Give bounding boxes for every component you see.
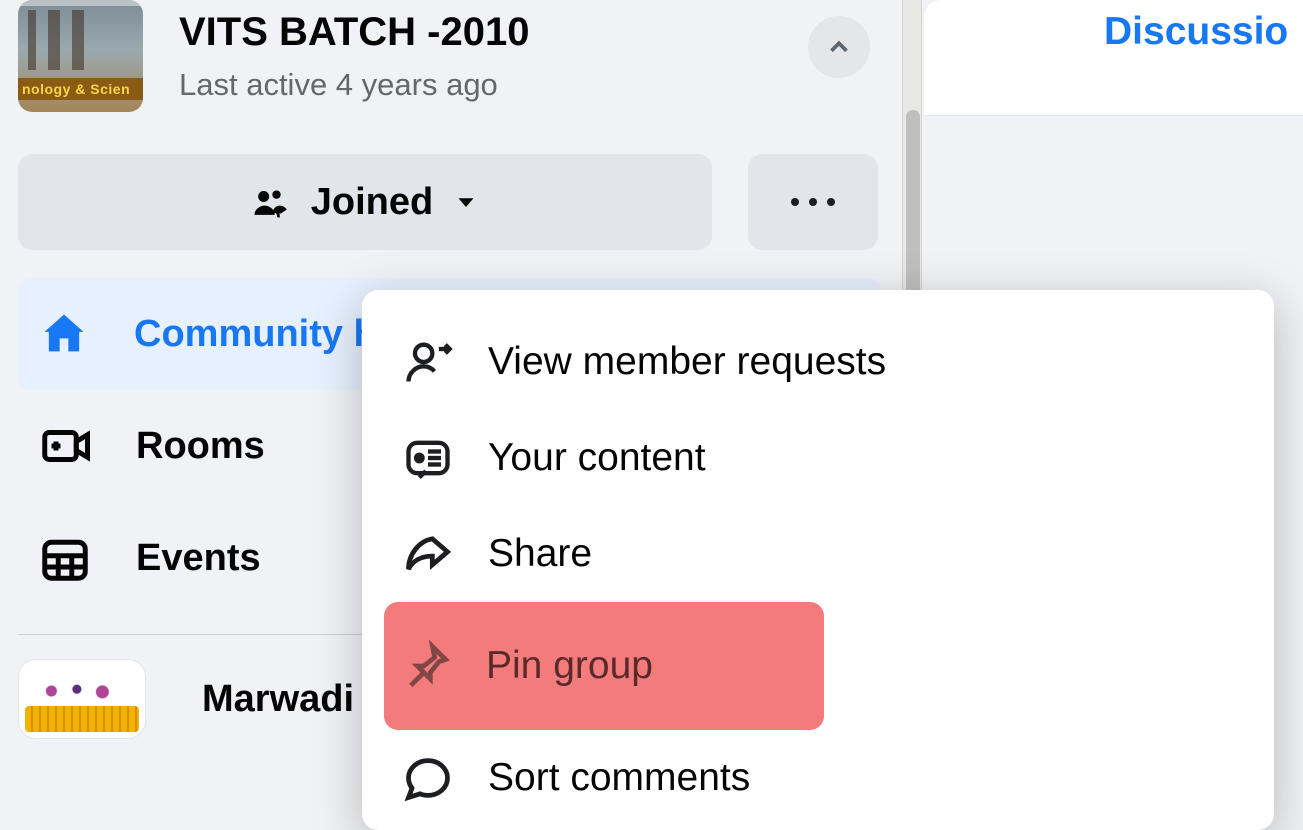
menu-item-share[interactable]: Share [386,506,1250,602]
group-title: VITS BATCH -2010 [179,10,880,55]
menu-item-label: Share [488,532,592,576]
more-actions-popover: View member requests Your content Share … [362,290,1274,830]
group-header: nology & Scien VITS BATCH -2010 Last act… [0,0,900,132]
menu-item-your-content[interactable]: Your content [386,410,1250,506]
joined-button[interactable]: Joined [18,154,712,250]
menu-item-label: Pin group [486,644,653,688]
menu-item-view-member-requests[interactable]: View member requests [386,314,1250,410]
sidebar-item-label: Rooms [136,425,265,468]
comment-icon [402,752,454,804]
group-tab-bar: Discussio [924,0,1303,116]
your-content-icon [402,432,454,484]
group-thumb-caption: nology & Scien [18,78,143,100]
group-thumbnail[interactable]: nology & Scien [18,0,143,112]
caret-down-icon [451,187,481,217]
other-group-thumbnail: ਪਰਿਵਾਰ [18,659,146,739]
more-actions-button[interactable] [748,154,878,250]
dots-icon [791,198,799,206]
group-title-block: VITS BATCH -2010 Last active 4 years ago [179,10,880,103]
tab-label: Discussio [1104,10,1288,53]
calendar-icon [38,531,92,585]
chevron-up-icon [824,32,854,62]
sidebar-item-label: Community h [134,313,377,356]
menu-item-label: Your content [488,436,706,480]
menu-item-label: Sort comments [488,756,750,800]
joined-button-label: Joined [311,181,433,224]
menu-item-label: View member requests [488,340,886,384]
home-icon [38,308,90,360]
tab-discussion[interactable]: Discussio [1104,10,1288,100]
group-last-active: Last active 4 years ago [179,67,880,103]
group-members-icon [249,180,293,224]
rooms-icon [38,419,92,473]
member-requests-icon [402,336,454,388]
menu-item-pin-group[interactable]: Pin group [384,602,824,730]
other-group-thumb-caption: ਪਰਿਵਾਰ [29,710,82,730]
group-actions-row: Joined [0,154,900,250]
pin-icon [400,640,452,692]
collapse-sidebar-button[interactable] [808,16,870,78]
sidebar-item-label: Events [136,537,261,580]
share-icon [402,528,454,580]
menu-item-sort-comments[interactable]: Sort comments [386,730,1250,826]
